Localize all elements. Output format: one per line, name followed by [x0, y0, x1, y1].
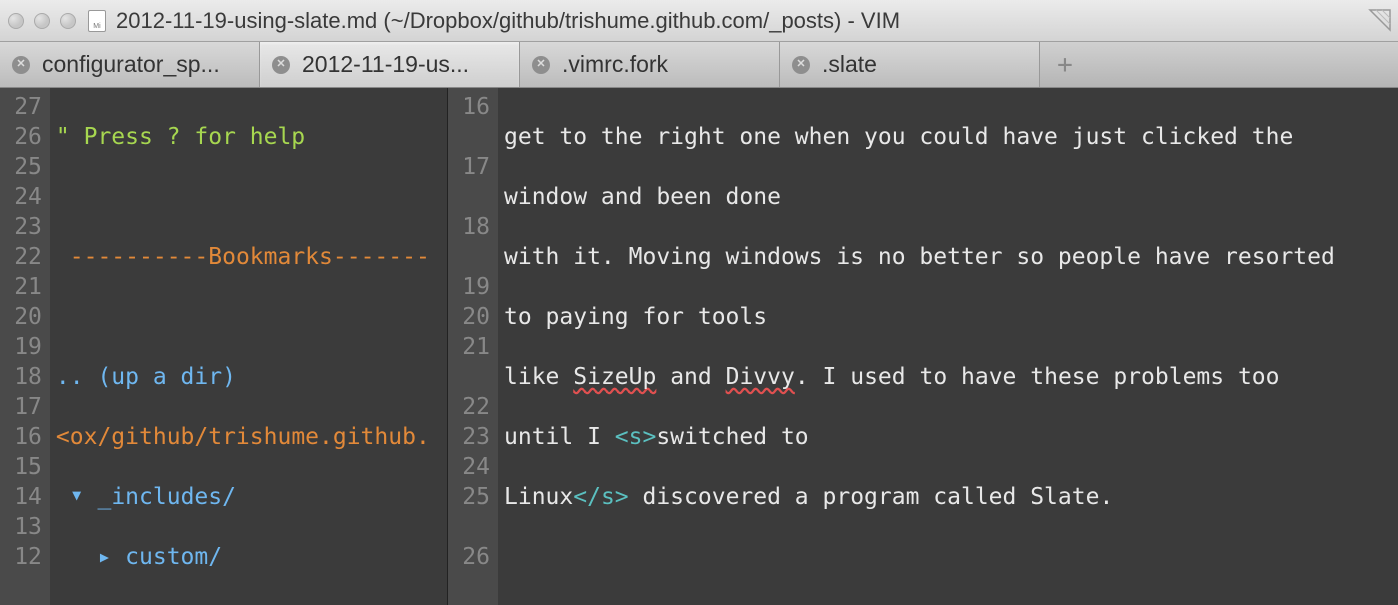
tab-slate[interactable]: .slate [780, 42, 1040, 87]
gutter-right: 16 17 18 19 20 21 22 23 24 25 26 [448, 88, 498, 605]
tab-label: 2012-11-19-us... [302, 51, 469, 78]
tab-label: .vimrc.fork [562, 51, 668, 78]
close-icon[interactable] [532, 56, 550, 74]
traffic-lights [8, 13, 76, 29]
tab-configurator[interactable]: configurator_sp... [0, 42, 260, 87]
text-line: get to the right one when you could have… [504, 122, 1398, 152]
tree-item-includes[interactable]: ▾ _includes/ [56, 482, 447, 512]
text-line: Linux</s> discovered a program called Sl… [504, 482, 1398, 512]
close-icon[interactable] [272, 56, 290, 74]
tab-current-file[interactable]: 2012-11-19-us... [260, 42, 520, 87]
editor-area: 27 26 25 24 23 22 21 20 19 18 17 16 15 1… [0, 88, 1398, 605]
editor-code[interactable]: get to the right one when you could have… [498, 88, 1398, 605]
tab-vimrc[interactable]: .vimrc.fork [520, 42, 780, 87]
close-icon[interactable] [12, 56, 30, 74]
file-icon [88, 10, 106, 32]
close-window-button[interactable] [8, 13, 24, 29]
new-tab-button[interactable]: + [1040, 42, 1090, 87]
tab-label: configurator_sp... [42, 51, 220, 78]
text-line: with it. Moving windows is no better so … [504, 242, 1398, 272]
plus-icon: + [1055, 55, 1075, 75]
window-titlebar: 2012-11-19-using-slate.md (~/Dropbox/git… [0, 0, 1398, 42]
tab-bar: configurator_sp... 2012-11-19-us... .vim… [0, 42, 1398, 88]
gutter-left: 27 26 25 24 23 22 21 20 19 18 17 16 15 1… [0, 88, 50, 605]
text-line: like SizeUp and Divvy. I used to have th… [504, 362, 1398, 392]
text-line: until I <s>switched to [504, 422, 1398, 452]
editor-pane[interactable]: 16 17 18 19 20 21 22 23 24 25 26 get to … [448, 88, 1398, 605]
path-line: ox/github/trishume.github. [70, 424, 430, 450]
close-icon[interactable] [792, 56, 810, 74]
zoom-window-button[interactable] [60, 13, 76, 29]
help-line: " Press ? for help [56, 122, 447, 152]
resize-handle-icon [1368, 8, 1392, 32]
minimize-window-button[interactable] [34, 13, 50, 29]
tree-code[interactable]: " Press ? for help ----------Bookmarks--… [50, 88, 447, 605]
text-line: to paying for tools [504, 302, 1398, 332]
up-dir[interactable]: .. (up a dir) [56, 362, 447, 392]
file-tree-pane[interactable]: 27 26 25 24 23 22 21 20 19 18 17 16 15 1… [0, 88, 448, 605]
text-line: window and been done [504, 182, 1398, 212]
tree-item-custom[interactable]: ▸ custom/ [56, 542, 447, 572]
window-title: 2012-11-19-using-slate.md (~/Dropbox/git… [116, 8, 900, 34]
tab-label: .slate [822, 51, 877, 78]
